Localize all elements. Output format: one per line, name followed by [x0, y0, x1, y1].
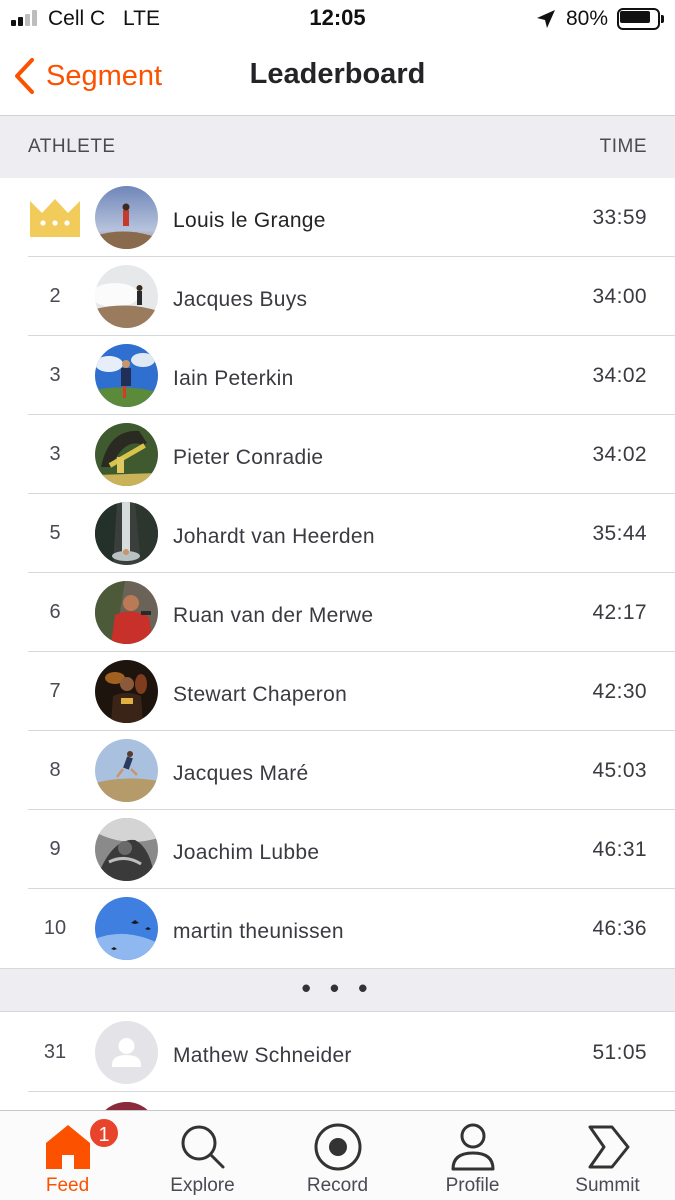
athlete-rank: 9	[49, 838, 61, 860]
leaderboard-row[interactable]: 5 Johardt van Heerden 35:44	[0, 494, 675, 573]
tab-record[interactable]: Record	[270, 1111, 405, 1200]
leaderboard-row[interactable]: 2 Jacques Buys 34:00	[0, 257, 675, 336]
tab-feed[interactable]: 1 Feed	[0, 1111, 135, 1200]
athlete-avatar[interactable]	[95, 818, 158, 881]
default-avatar-icon[interactable]	[95, 1021, 158, 1084]
athlete-avatar[interactable]	[95, 581, 158, 644]
tab-summit[interactable]: Summit	[540, 1111, 675, 1200]
record-icon	[314, 1123, 362, 1171]
tab-label: Explore	[170, 1175, 235, 1196]
battery-icon	[617, 8, 665, 30]
athlete-avatar[interactable]	[95, 265, 158, 328]
athlete-time: 34:02	[592, 443, 647, 466]
summit-chevron-icon	[588, 1125, 630, 1169]
athlete-rank: 8	[49, 759, 61, 781]
tab-label: Feed	[45, 1175, 90, 1196]
tab-bar: 1 Feed Explore Record Profile Summit	[0, 1110, 675, 1200]
athlete-time: 42:30	[592, 680, 647, 703]
leaderboard-row[interactable]: 3 Pieter Conradie 34:02	[0, 415, 675, 494]
tab-label: Summit	[575, 1175, 640, 1196]
person-icon	[451, 1123, 495, 1171]
leaderboard-row[interactable]: 7 Stewart Chaperon 42:30	[0, 652, 675, 731]
leaderboard-row[interactable]: 3 Iain Peterkin 34:02	[0, 336, 675, 415]
athlete-avatar[interactable]	[95, 739, 158, 802]
athlete-name: Jacques Buys	[173, 288, 308, 311]
athlete-time: 42:17	[592, 601, 647, 624]
more-results-ellipsis[interactable]: • • •	[0, 968, 675, 1012]
status-bar: Cell C LTE 12:05 80%	[0, 0, 675, 38]
athlete-name: Louis le Grange	[173, 209, 326, 232]
athlete-rank: 7	[49, 680, 61, 702]
athlete-avatar[interactable]	[95, 423, 158, 486]
athlete-time: 35:44	[592, 522, 647, 545]
athlete-name: Pieter Conradie	[173, 446, 324, 469]
leaderboard-row[interactable]: Louis le Grange 33:59	[0, 178, 675, 257]
location-arrow-icon	[537, 10, 555, 28]
notification-badge: 1	[88, 1117, 120, 1149]
athlete-time: 33:59	[592, 206, 647, 229]
athlete-rank: 3	[49, 443, 61, 465]
tab-explore[interactable]: Explore	[135, 1111, 270, 1200]
athlete-name: Ruan van der Merwe	[173, 604, 374, 627]
navigation-bar: Segment Leaderboard	[0, 38, 675, 116]
home-icon	[46, 1125, 90, 1169]
leaderboard-row[interactable]: 9 Joachim Lubbe 46:31	[0, 810, 675, 889]
athlete-time: 51:05	[592, 1041, 647, 1064]
athlete-rank: 31	[43, 1041, 67, 1063]
leaderboard-row[interactable]: 6 Ruan van der Merwe 42:17	[0, 573, 675, 652]
athlete-avatar[interactable]	[95, 502, 158, 565]
athlete-name: Mathew Schneider	[173, 1044, 352, 1067]
battery-percent: 80%	[566, 7, 609, 30]
athlete-time: 45:03	[592, 759, 647, 782]
current-athlete-list: 31 Mathew Schneider 51:05	[0, 1013, 675, 1092]
athlete-column-label: ATHLETE	[28, 136, 116, 157]
ellipsis-label: • • •	[301, 973, 374, 1003]
athlete-rank: 2	[49, 285, 61, 307]
leaderboard-row[interactable]: 8 Jacques Maré 45:03	[0, 731, 675, 810]
leaderboard-row[interactable]: 10 martin theunissen 46:36	[0, 889, 675, 968]
time-column-label: TIME	[599, 136, 647, 157]
athlete-name: Iain Peterkin	[173, 367, 294, 390]
magnifier-icon	[181, 1125, 225, 1169]
athlete-rank: 6	[49, 601, 61, 623]
current-athlete-row[interactable]: 31 Mathew Schneider 51:05	[0, 1013, 675, 1092]
page-title: Leaderboard	[249, 58, 426, 90]
athlete-avatar[interactable]	[95, 186, 158, 249]
athlete-rank: 3	[49, 364, 61, 386]
tab-label: Record	[306, 1175, 369, 1196]
athlete-avatar[interactable]	[95, 344, 158, 407]
athlete-name: Joachim Lubbe	[173, 841, 320, 864]
athlete-avatar[interactable]	[95, 897, 158, 960]
athlete-name: Johardt van Heerden	[173, 525, 375, 548]
leaderboard-list: Louis le Grange 33:59 2 Jacques Buys 34:…	[0, 178, 675, 968]
athlete-time: 46:36	[592, 917, 647, 940]
athlete-avatar[interactable]	[95, 660, 158, 723]
column-header: ATHLETE TIME	[0, 116, 675, 178]
athlete-time: 46:31	[592, 838, 647, 861]
athlete-rank: 10	[43, 917, 67, 939]
athlete-time: 34:02	[592, 364, 647, 387]
tab-label: Profile	[445, 1175, 500, 1196]
athlete-name: martin theunissen	[173, 920, 344, 943]
athlete-name: Stewart Chaperon	[173, 683, 348, 706]
athlete-time: 34:00	[592, 285, 647, 308]
crown-icon	[30, 199, 80, 237]
athlete-rank: 5	[49, 522, 61, 544]
tab-profile[interactable]: Profile	[405, 1111, 540, 1200]
athlete-name: Jacques Maré	[173, 762, 309, 785]
